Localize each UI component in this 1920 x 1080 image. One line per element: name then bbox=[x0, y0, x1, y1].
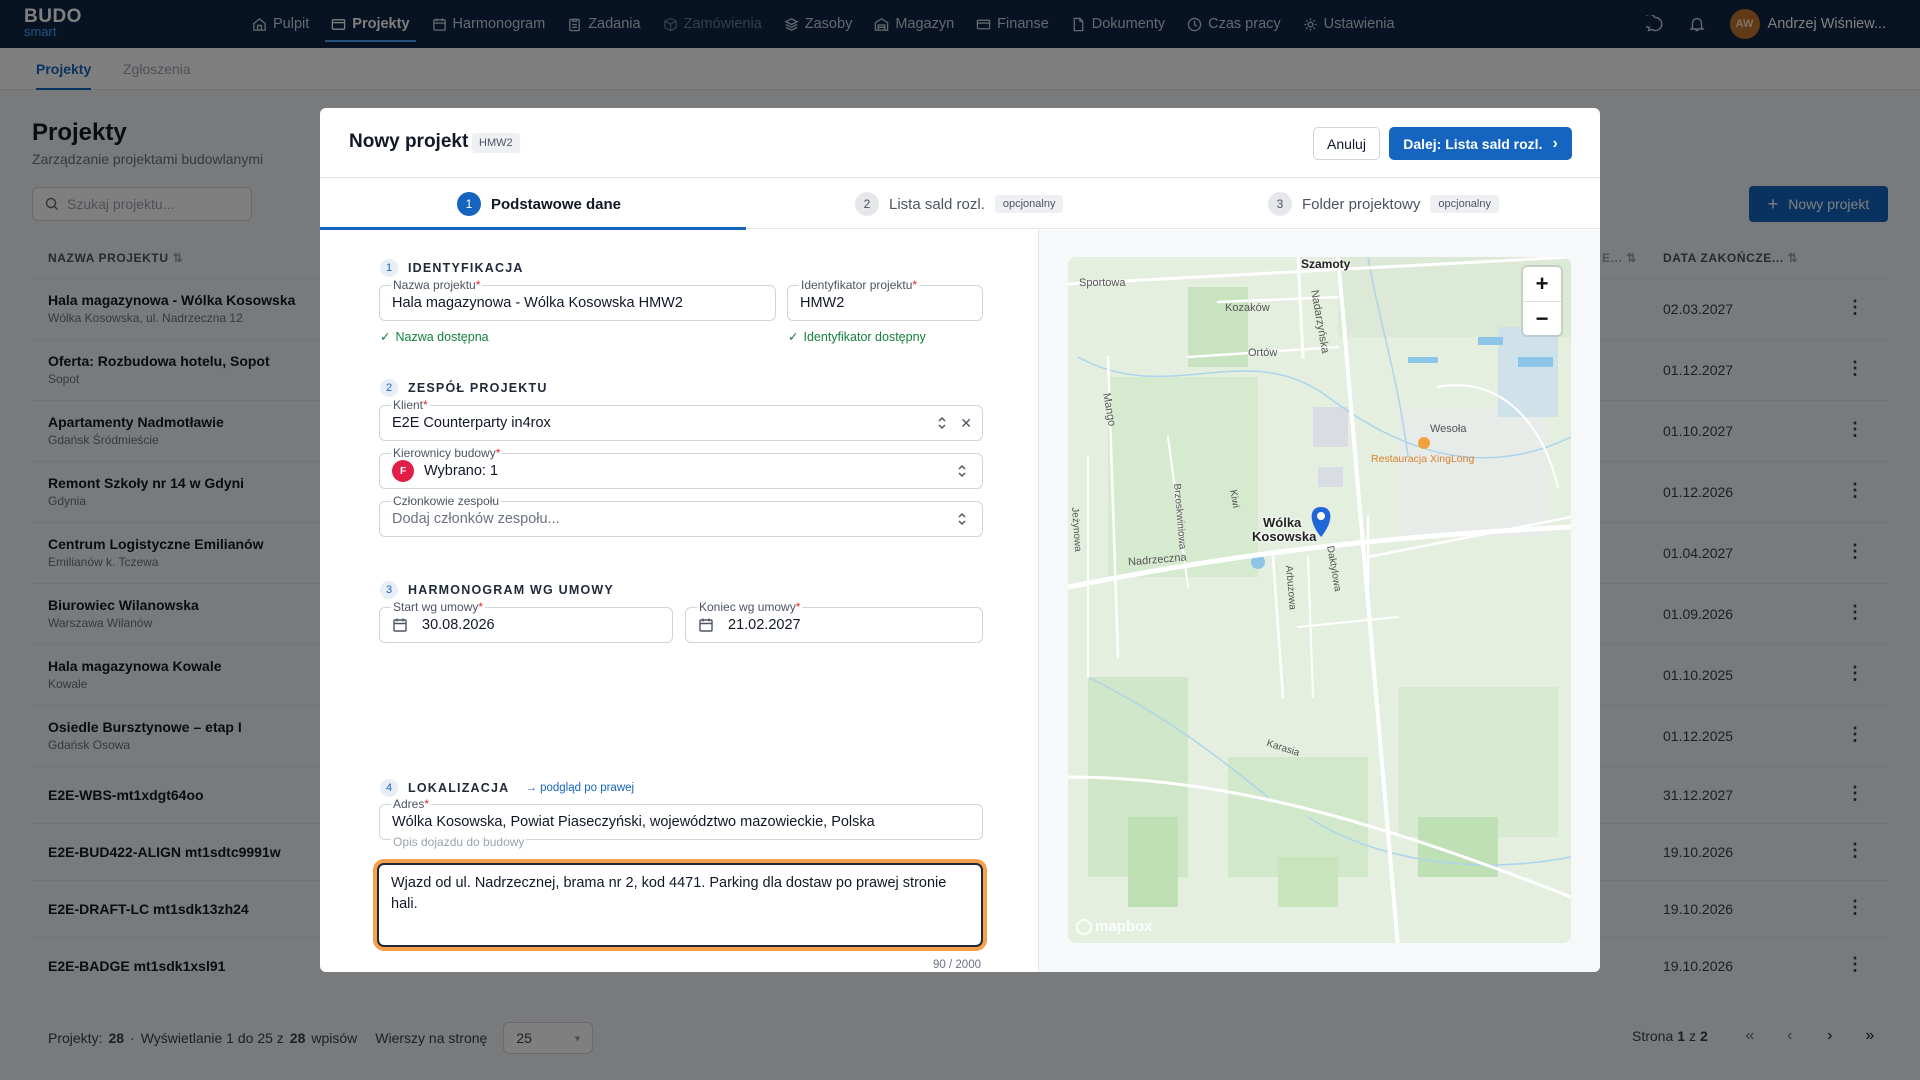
character-counter: 90 / 2000 bbox=[933, 959, 981, 971]
chevron-right-icon: › bbox=[1552, 134, 1558, 152]
mapbox-attribution: mapbox bbox=[1095, 918, 1153, 935]
map-label: Kozaków bbox=[1225, 302, 1270, 314]
section-title: ZESPÓŁ PROJEKTU bbox=[408, 381, 548, 395]
client-value: E2E Counterparty in4rox bbox=[392, 415, 551, 431]
start-date-value: 30.08.2026 bbox=[422, 617, 495, 633]
next-step-button[interactable]: Dalej: Lista sald rozl. › bbox=[1389, 127, 1572, 160]
step-number: 3 bbox=[1268, 192, 1292, 216]
chevron-up-down-icon bbox=[938, 416, 946, 430]
check-icon: ✓ bbox=[788, 330, 799, 344]
map-label: Restauracja XingLong bbox=[1371, 453, 1475, 465]
id-available-message: ✓ Identyfikator dostępny bbox=[788, 329, 926, 345]
next-step-label: Dalej: Lista sald rozl. bbox=[1403, 135, 1543, 152]
section-title: HARMONOGRAM WG UMOWY bbox=[408, 583, 614, 597]
end-date-label: Koniec wg umowy* bbox=[697, 600, 803, 614]
address-value: Wólka Kosowska, Powiat Piaseczyński, woj… bbox=[392, 814, 875, 830]
project-id-label: Identyfikator projektu* bbox=[799, 278, 920, 292]
section-number: 2 bbox=[380, 379, 398, 397]
step-label: Lista sald rozl. bbox=[889, 195, 985, 213]
optional-badge: opcjonalny bbox=[994, 195, 1064, 213]
project-code-badge: HMW2 bbox=[472, 133, 520, 153]
client-label: Klient* bbox=[391, 398, 430, 412]
map-canvas bbox=[1068, 257, 1571, 943]
project-form: 1 IDENTYFIKACJA Hala magazynowa - Wólka … bbox=[320, 230, 1038, 972]
client-select[interactable]: E2E Counterparty in4rox ✕ bbox=[379, 405, 983, 441]
optional-badge: opcjonalny bbox=[1430, 195, 1499, 213]
section-location: 4 LOKALIZACJA → podgląd po prawej bbox=[380, 779, 634, 797]
calendar-icon bbox=[699, 618, 713, 632]
mapbox-logo[interactable]: mapbox bbox=[1076, 918, 1153, 935]
section-number: 3 bbox=[380, 581, 398, 599]
clear-icon[interactable]: ✕ bbox=[960, 415, 972, 432]
map-label: Sportowa bbox=[1079, 277, 1126, 289]
project-name-value: Hala magazynowa - Wólka Kosowska HMW2 bbox=[392, 295, 683, 311]
step-number: 1 bbox=[457, 192, 481, 216]
project-name-label: Nazwa projektu* bbox=[391, 278, 483, 292]
zoom-in-button[interactable]: + bbox=[1523, 267, 1561, 301]
end-date-value: 21.02.2027 bbox=[728, 617, 801, 633]
map-city-label: Kosowska bbox=[1252, 529, 1317, 544]
map-label: Szamoty bbox=[1301, 257, 1351, 271]
new-project-modal: Nowy projekt HMW2 Anuluj Dalej: Lista sa… bbox=[320, 108, 1600, 972]
step-label: Folder projektowy bbox=[1302, 195, 1421, 213]
directions-textarea[interactable]: Wjazd od ul. Nadrzecznej, brama nr 2, ko… bbox=[377, 863, 983, 947]
site-managers-label: Kierownicy budowy* bbox=[391, 446, 503, 460]
section-schedule: 3 HARMONOGRAM WG UMOWY bbox=[380, 581, 614, 599]
map-label: Ortów bbox=[1248, 347, 1278, 359]
cancel-button[interactable]: Anuluj bbox=[1313, 127, 1380, 160]
map-preview-hint[interactable]: → podgląd po prawej bbox=[525, 782, 634, 794]
location-map[interactable]: Sportowa Szamoty Kozaków Nadarzyńska Ort… bbox=[1068, 257, 1571, 943]
map-zoom-controls: + − bbox=[1523, 267, 1561, 335]
start-date-label: Start wg umowy* bbox=[391, 600, 486, 614]
step-project-folder[interactable]: 3 Folder projektowy opcjonalny bbox=[1268, 178, 1499, 230]
section-identification: 1 IDENTYFIKACJA bbox=[380, 259, 524, 277]
site-managers-value: Wybrano: 1 bbox=[424, 463, 499, 479]
calendar-icon bbox=[393, 618, 407, 632]
section-number: 4 bbox=[380, 779, 398, 797]
team-members-label: Członkowie zespołu bbox=[391, 494, 502, 508]
name-available-message: ✓ Nazwa dostępna bbox=[380, 329, 489, 345]
step-number: 2 bbox=[855, 192, 879, 216]
zoom-out-button[interactable]: − bbox=[1523, 301, 1561, 335]
map-city-label: Wólka bbox=[1263, 515, 1302, 530]
address-label: Adres* bbox=[391, 797, 432, 811]
manager-avatar: F bbox=[392, 460, 414, 482]
section-team: 2 ZESPÓŁ PROJEKTU bbox=[380, 379, 548, 397]
team-members-placeholder: Dodaj członków zespołu... bbox=[392, 511, 560, 527]
modal-title: Nowy projekt bbox=[349, 131, 469, 152]
section-title: IDENTYFIKACJA bbox=[408, 261, 524, 275]
section-number: 1 bbox=[380, 259, 398, 277]
step-balance-list[interactable]: 2 Lista sald rozl. opcjonalny bbox=[855, 178, 1064, 230]
wizard-steps: 1 Podstawowe dane 2 Lista sald rozl. opc… bbox=[320, 177, 1600, 230]
mapbox-icon bbox=[1076, 918, 1092, 935]
project-id-value: HMW2 bbox=[800, 295, 845, 311]
map-label: Wesoła bbox=[1430, 423, 1467, 435]
check-icon: ✓ bbox=[380, 330, 391, 344]
step-basic-data[interactable]: 1 Podstawowe dane bbox=[457, 178, 621, 230]
chevron-up-down-icon bbox=[958, 464, 966, 478]
map-preview-pane: Sportowa Szamoty Kozaków Nadarzyńska Ort… bbox=[1038, 230, 1600, 972]
step-label: Podstawowe dane bbox=[491, 195, 622, 213]
directions-label: Opis dojazdu do budowy bbox=[391, 835, 527, 849]
chevron-up-down-icon bbox=[958, 512, 966, 526]
section-title: LOKALIZACJA bbox=[408, 781, 510, 795]
